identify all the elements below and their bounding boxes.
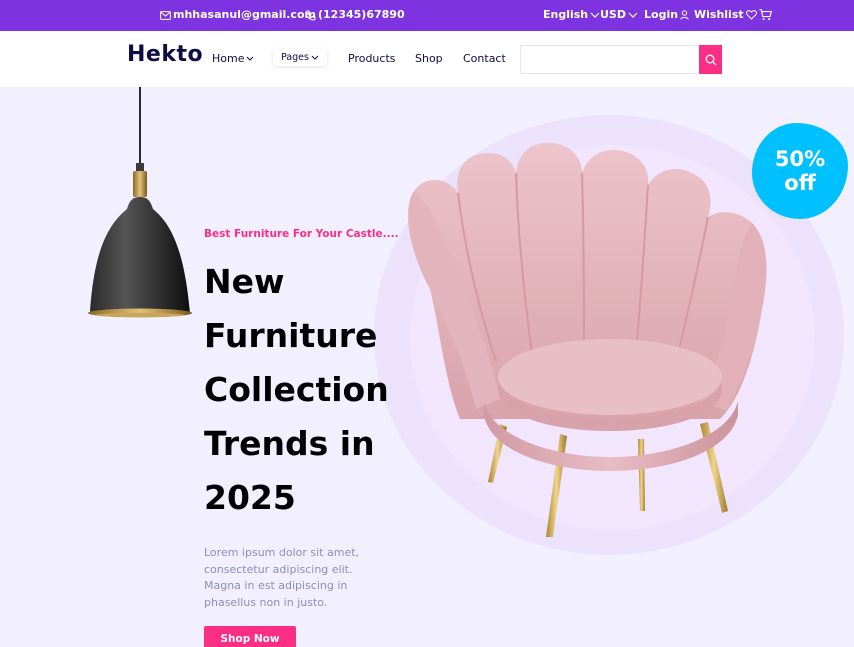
language-label: English [543,8,589,21]
wishlist-link[interactable]: Wishlist [694,8,757,22]
nav-pages-label: Pages [281,52,309,63]
discount-badge-off: off [784,171,816,195]
mail-icon [160,10,171,20]
currency-select[interactable]: USD [600,8,638,22]
chevron-down-icon [628,12,638,18]
hero-subtitle: Best Furniture For Your Castle.... [204,228,399,240]
contact-email[interactable]: mhhasanul@gmail.com [160,8,316,22]
currency-label: USD [600,8,626,21]
main-navigation: Hekto Home Pages Products Shop Contact [0,31,854,87]
chevron-down-icon [247,56,254,61]
language-select[interactable]: English [543,8,600,22]
hero-description: Lorem ipsum dolor sit amet, consectetur … [204,546,360,609]
pendant-lamp-image [88,87,192,318]
shop-now-button[interactable]: Shop Now [204,626,296,647]
discount-badge-percent: 50% [774,147,826,171]
nav-products[interactable]: Products [348,52,396,65]
nav-contact[interactable]: Contact [463,52,506,65]
cart-icon [759,9,772,21]
search-button[interactable] [699,45,722,74]
login-link[interactable]: Login [644,8,689,22]
email-text: mhhasanul@gmail.com [173,8,316,21]
hero-headline: New Furniture Collection Trends in 2025 [204,262,389,517]
nav-shop[interactable]: Shop [415,52,443,65]
nav-home[interactable]: Home [212,52,254,65]
hero-section: 50% off Best Furniture For Your Castle..… [0,87,854,647]
discount-badge: 50% off [752,123,848,219]
user-icon [680,10,689,20]
search-input[interactable] [520,45,700,74]
nav-home-label: Home [212,52,245,65]
heart-icon [745,10,757,20]
nav-pages[interactable]: Pages [273,49,327,66]
top-bar: mhhasanul@gmail.com (12345)67890 English… [0,0,854,31]
search-icon [705,54,716,65]
logo[interactable]: Hekto [127,42,203,67]
contact-phone[interactable]: (12345)67890 [305,8,405,22]
chevron-down-icon [590,12,600,18]
cart-button[interactable] [759,9,772,21]
phone-icon [305,10,316,21]
chevron-down-icon [311,55,319,60]
pink-armchair-image [407,142,767,537]
phone-text: (12345)67890 [318,8,405,21]
login-label: Login [644,8,679,21]
wishlist-label: Wishlist [694,8,744,21]
